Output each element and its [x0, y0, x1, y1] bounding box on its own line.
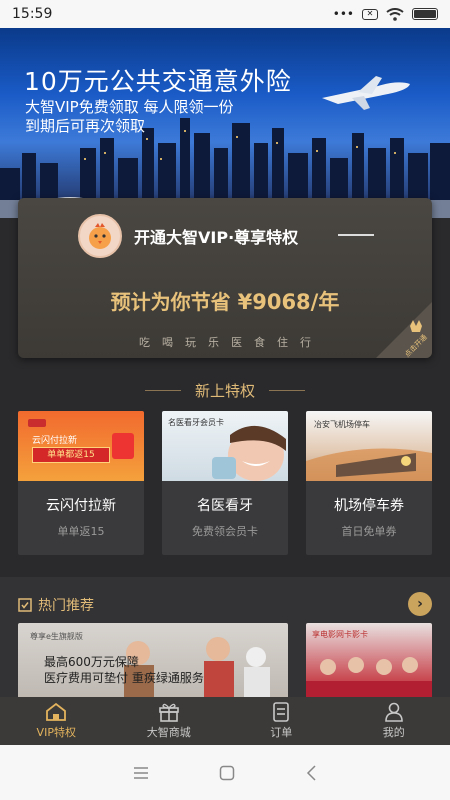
insurance-banner[interactable]: 10万元公共交通意外险 大智VIP免费领取 每人限领一份 到期后可再次领取	[0, 28, 450, 218]
feature-name: 名医看牙	[197, 498, 253, 514]
vip-title: 开通大智VIP·尊享特权	[134, 228, 299, 247]
tab-orders[interactable]: 订单	[225, 697, 338, 745]
checkbox-icon	[18, 598, 32, 612]
brand-chip	[28, 419, 46, 427]
hot-more-arrow-icon[interactable]: ›	[408, 592, 432, 616]
wifi-icon	[386, 7, 404, 21]
airport-building-image	[306, 448, 432, 481]
category-item: 住	[277, 336, 288, 349]
cinema-audience-image	[306, 657, 432, 703]
sim-icon: ✕	[362, 8, 378, 20]
tab-mall[interactable]: 大智商城	[113, 697, 226, 745]
category-item: 喝	[162, 336, 173, 349]
airport-promo-image: 冶安飞机场停车	[306, 411, 432, 481]
system-nav-bar	[0, 745, 450, 800]
category-item: 医	[231, 336, 242, 349]
hot-card-movie[interactable]: 享电影网卡影卡	[306, 623, 432, 703]
airplane-icon	[322, 76, 410, 110]
category-item: 食	[254, 336, 265, 349]
home-icon	[46, 702, 67, 721]
savings-text: 预计为你节省 ¥9068/年	[18, 286, 432, 316]
banner-subtitle: 大智VIP免费领取 每人限领一份 到期后可再次领取	[25, 98, 234, 136]
tab-label: 我的	[382, 726, 405, 739]
header-dash-left	[144, 390, 181, 391]
gift-icon	[158, 703, 179, 722]
home-square-icon[interactable]	[219, 765, 235, 781]
category-item: 吃	[139, 336, 150, 349]
hot-recommendations: 热门推荐 › 尊享e生旗舰版 最高600万元保障 医疗费用可垫付 重疾绿通服务 …	[0, 577, 450, 703]
banner-title: 10万元公共交通意外险	[24, 67, 292, 96]
smiling-face-image	[212, 425, 286, 481]
vip-categories: 吃 喝 玩 乐 医 食 住 行	[18, 334, 432, 350]
red-envelope-icon	[112, 433, 134, 459]
back-icon[interactable]	[305, 764, 317, 781]
savings-amount: ¥9068/年	[237, 290, 340, 314]
bottom-tab-bar: VIP特权 大智商城 订单 我的	[0, 697, 450, 745]
status-bar: 15:59 ••• ✕	[0, 0, 450, 28]
promo-text-1: 云闪付拉新	[32, 436, 78, 446]
mascot-avatar	[78, 214, 122, 258]
hot-card-insurance[interactable]: 尊享e生旗舰版 最高600万元保障 医疗费用可垫付 重疾绿通服务	[18, 623, 288, 703]
open-vip-corner-button[interactable]: 点击开通	[376, 302, 432, 358]
banner-line-1: 大智VIP免费领取 每人限领一份	[25, 98, 234, 116]
dental-promo-image: 名医看牙会员卡	[162, 411, 288, 481]
feature-name: 云闪付拉新	[46, 498, 116, 514]
new-privileges-header: 新上特权	[0, 380, 450, 401]
tab-label: 大智商城	[146, 726, 191, 739]
status-icons: ••• ✕	[333, 7, 438, 21]
feature-card-airport-parking[interactable]: 冶安飞机场停车 机场停车券 首日免单券	[306, 411, 432, 555]
tab-label: VIP特权	[36, 726, 76, 739]
savings-prefix: 预计为你节省	[110, 290, 238, 314]
hot-card-line-2: 医疗费用可垫付 重疾绿通服务	[44, 671, 204, 685]
hot-card-line-1: 最高600万元保障	[44, 655, 139, 669]
hot-card-small: 享电影网卡影卡	[312, 630, 368, 639]
hot-card-small: 尊享e生旗舰版	[30, 632, 83, 641]
tab-label: 订单	[270, 726, 293, 739]
hot-title: 热门推荐	[18, 595, 94, 615]
feature-card-unionpay[interactable]: 云闪付拉新 单单都返15 云闪付拉新 单单返15	[18, 411, 144, 555]
feature-desc: 免费领会员卡	[192, 525, 258, 538]
section-title: 新上特权	[194, 382, 255, 400]
order-list-icon	[273, 702, 290, 722]
promo-text: 冶安飞机场停车	[314, 420, 370, 429]
feature-desc: 首日免单券	[341, 525, 397, 538]
more-dots-icon: •••	[332, 7, 354, 21]
menu-icon[interactable]	[133, 766, 149, 780]
tab-vip[interactable]: VIP特权	[0, 697, 113, 745]
status-time: 15:59	[12, 6, 53, 22]
category-item: 乐	[208, 336, 219, 349]
category-item: 玩	[185, 336, 196, 349]
banner-line-2: 到期后可再次领取	[25, 117, 146, 135]
user-icon	[384, 702, 403, 722]
promo-text-2: 单单都返15	[32, 447, 110, 463]
feature-desc: 单单返15	[57, 525, 105, 538]
vip-title-dash	[338, 234, 374, 236]
feature-name: 机场停车券	[334, 498, 404, 514]
category-item: 行	[300, 336, 311, 349]
feature-card-dental[interactable]: 名医看牙会员卡 名医看牙 免费领会员卡	[162, 411, 288, 555]
vip-card[interactable]: 开通大智VIP·尊享特权 预计为你节省 ¥9068/年 吃 喝 玩 乐 医 食 …	[18, 198, 432, 358]
battery-icon	[412, 8, 438, 20]
hot-title-text: 热门推荐	[38, 598, 94, 614]
tab-mine[interactable]: 我的	[338, 697, 450, 745]
header-dash-right	[269, 390, 305, 391]
unionpay-promo-image: 云闪付拉新 单单都返15	[18, 411, 144, 481]
chick-mascot-icon	[89, 223, 111, 249]
